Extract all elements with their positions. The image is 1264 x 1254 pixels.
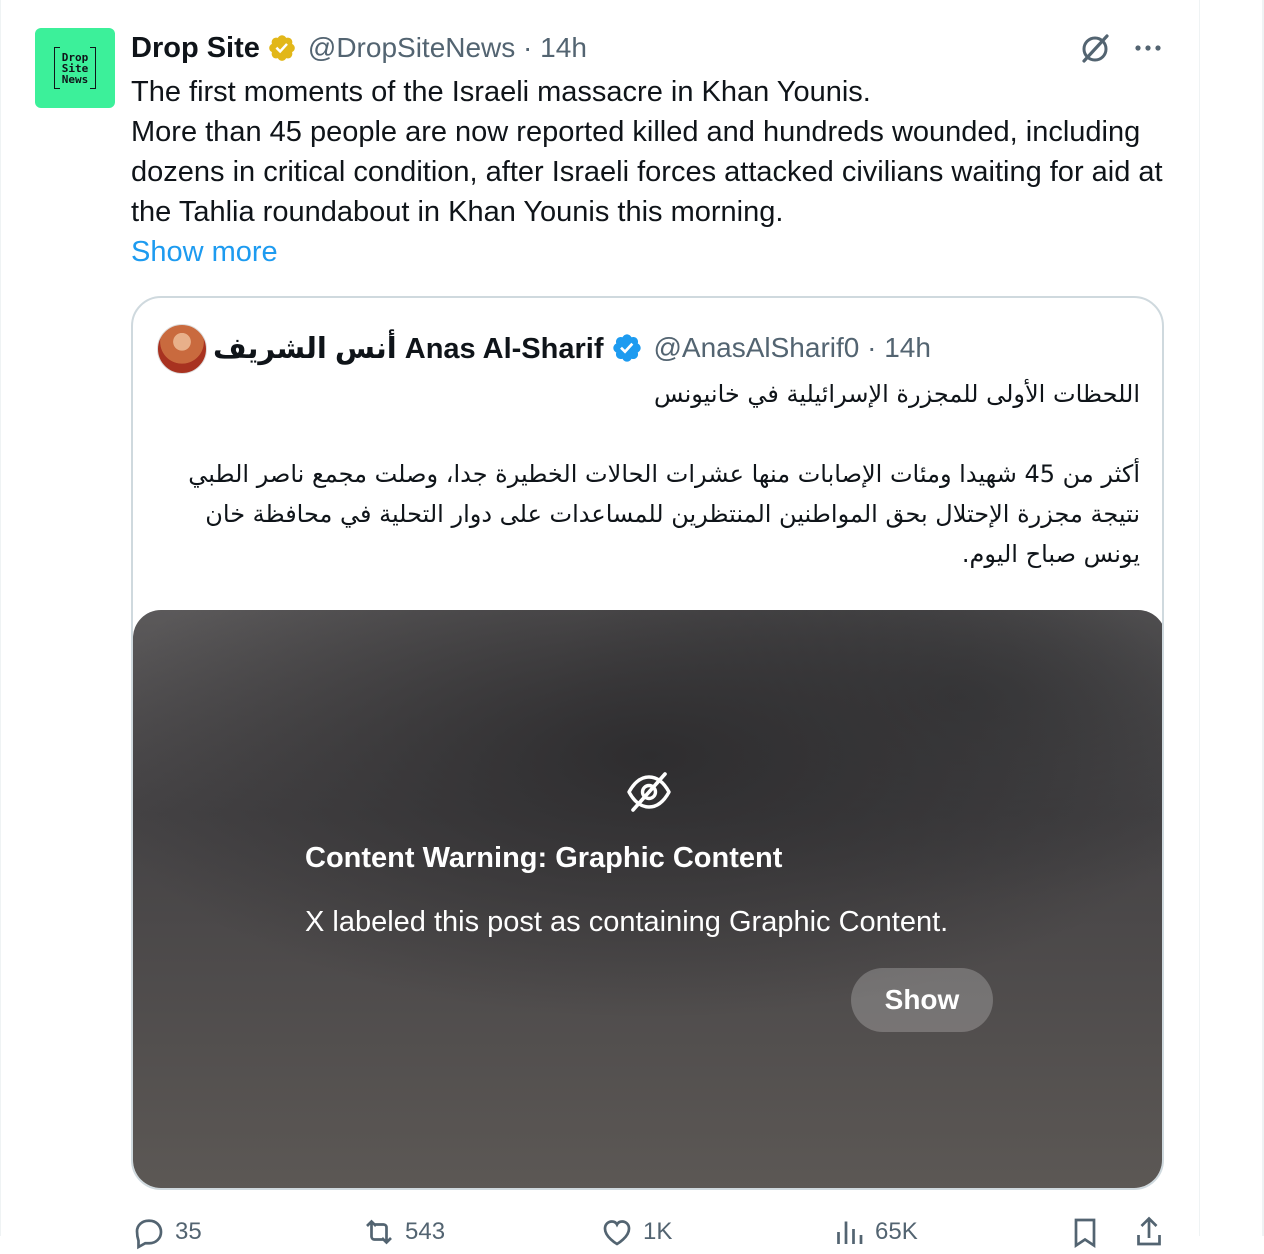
content-warning-description: X labeled this post as containing Graphi… <box>305 906 949 938</box>
share-button[interactable] <box>1131 1214 1175 1250</box>
repost-button[interactable]: 543 <box>361 1214 445 1250</box>
tweet-text-line: More than 45 people are now reported kil… <box>131 116 1163 228</box>
quote-timestamp[interactable]: 14h <box>884 332 931 364</box>
quote-text: اللحظات الأولى للمجزرة الإسرائيلية في خا… <box>180 374 1140 574</box>
quote-author-name[interactable]: أنس الشريف Anas Al-Sharif <box>213 331 603 366</box>
view-count: 65K <box>875 1218 918 1245</box>
quote-header: أنس الشريف Anas Al-Sharif @AnasAlSharif0… <box>213 326 931 370</box>
more-options-icon[interactable] <box>1130 35 1166 61</box>
tweet-text: The first moments of the Israeli massacr… <box>131 72 1181 272</box>
post-timestamp[interactable]: 14h <box>540 32 587 64</box>
avatar-logo: Drop Site News <box>54 47 96 89</box>
bookmark-icon <box>1074 1218 1096 1249</box>
quote-author-avatar[interactable] <box>157 324 207 374</box>
quote-text-paragraph: أكثر من 45 شهيدا ومئات الإصابات منها عشر… <box>188 460 1140 568</box>
content-warning-title: Content Warning: Graphic Content <box>305 842 783 874</box>
timeline-right-border <box>1199 0 1200 1236</box>
avatar-logo-line: Drop <box>61 50 89 64</box>
like-count: 1K <box>643 1218 673 1245</box>
share-icon <box>1137 1216 1161 1246</box>
quoted-tweet[interactable]: أنس الشريف Anas Al-Sharif @AnasAlSharif0… <box>131 296 1164 1190</box>
gold-check-icon[interactable] <box>267 33 297 63</box>
show-media-button[interactable]: Show <box>851 968 993 1032</box>
like-button[interactable]: 1K <box>599 1214 672 1250</box>
tweet-action-bar: 35 543 1K 65K <box>131 1214 1171 1254</box>
quote-text-paragraph: اللحظات الأولى للمجزرة الإسرائيلية في خا… <box>653 380 1140 408</box>
author-name[interactable]: Drop Site <box>131 32 260 65</box>
media-sensitive-overlay[interactable]: Content Warning: Graphic Content X label… <box>133 610 1162 1188</box>
tweet-header: Drop Site @DropSiteNews · 14h <box>131 28 587 68</box>
author-handle[interactable]: @DropSiteNews <box>308 32 515 64</box>
avatar-logo-line: News <box>61 72 89 86</box>
analytics-icon <box>837 1221 863 1244</box>
separator-dot: · <box>515 32 541 63</box>
bookmark-button[interactable] <box>1067 1214 1111 1250</box>
repost-count: 543 <box>405 1218 446 1245</box>
tweet-text-line: The first moments of the Israeli massacr… <box>131 76 871 108</box>
separator-dot: · <box>859 332 885 363</box>
timeline-left-border <box>0 0 1 1236</box>
author-avatar[interactable]: Drop Site News <box>35 28 115 108</box>
show-more-link[interactable]: Show more <box>131 236 278 268</box>
grok-icon[interactable] <box>1077 30 1113 66</box>
views-button[interactable]: 65K <box>831 1214 918 1250</box>
reply-count: 35 <box>175 1218 202 1245</box>
reply-icon <box>135 1219 163 1250</box>
heart-icon <box>603 1220 631 1246</box>
quote-author-handle[interactable]: @AnasAlSharif0 <box>653 332 859 364</box>
blue-check-icon[interactable] <box>611 332 643 364</box>
reply-button[interactable]: 35 <box>131 1214 202 1250</box>
avatar-logo-line: Site <box>61 61 89 75</box>
repost-icon <box>366 1219 392 1245</box>
eye-slash-icon <box>627 772 671 812</box>
